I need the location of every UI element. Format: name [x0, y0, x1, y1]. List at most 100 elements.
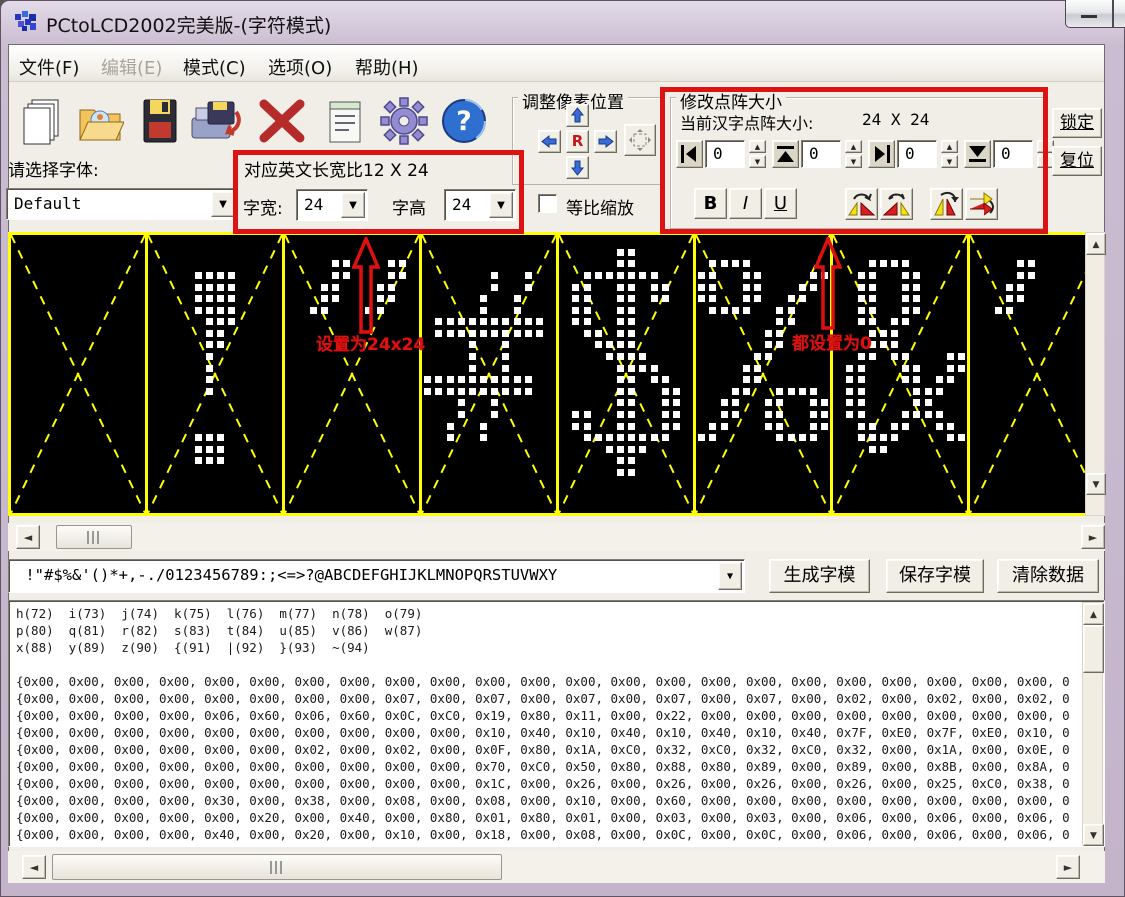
- right-edge-spinner[interactable]: ▲▼: [941, 140, 958, 168]
- char-height-dropdown[interactable]: ▼: [489, 192, 513, 218]
- save-as-button[interactable]: [188, 96, 236, 146]
- char-string-input[interactable]: !"#$%&'()*+,-./0123456789:;<=>?@ABCDEFGH…: [8, 559, 745, 593]
- titlebar[interactable]: PCtoLCD2002完美版-(字符模式) X: [0, 0, 1125, 44]
- glyph-pixel: [721, 260, 728, 267]
- top-edge-button[interactable]: [772, 140, 799, 168]
- left-edge-spinner[interactable]: ▲▼: [749, 140, 766, 168]
- bold-button[interactable]: B: [694, 188, 727, 219]
- glyph-pixel: [913, 365, 920, 372]
- glyph-pixel: [195, 272, 202, 279]
- scroll-down-button[interactable]: ▼: [1083, 824, 1104, 846]
- char-string-dropdown[interactable]: ▼: [718, 562, 742, 590]
- rotate-right-button[interactable]: [880, 188, 913, 220]
- glyph-pixel: [606, 272, 613, 279]
- char-height-select[interactable]: 24 ▼: [444, 189, 516, 221]
- settings-button[interactable]: [380, 96, 428, 146]
- output-textarea[interactable]: h(72) i(73) j(74) k(75) l(76) m(77) n(78…: [8, 600, 1105, 847]
- display-scroll-thumb[interactable]: [56, 525, 132, 549]
- scroll-right-button[interactable]: ►: [1056, 855, 1080, 879]
- bottom-edge-button[interactable]: [964, 140, 991, 168]
- lock-button[interactable]: 锁定: [1052, 108, 1102, 138]
- reset-button[interactable]: 复位: [1052, 146, 1102, 176]
- glyph-cell[interactable]: [693, 235, 830, 513]
- scroll-down-button[interactable]: ▼: [1086, 473, 1106, 495]
- scroll-right-button[interactable]: ►: [1081, 525, 1105, 549]
- menu-mode[interactable]: 模式(C): [179, 52, 250, 82]
- delete-button[interactable]: [258, 98, 306, 148]
- expand-canvas-button[interactable]: [624, 124, 656, 156]
- move-left-button[interactable]: [538, 130, 561, 153]
- glyph-pixel: [858, 295, 865, 302]
- font-select[interactable]: Default ▼: [6, 188, 238, 220]
- glyph-cell[interactable]: [145, 235, 282, 513]
- glyph-cell[interactable]: [282, 235, 419, 513]
- scroll-left-button[interactable]: ◄: [22, 855, 46, 879]
- glyph-pixel: [617, 376, 624, 383]
- scroll-up-button[interactable]: ▲: [1086, 233, 1106, 255]
- menu-options[interactable]: 选项(O): [264, 52, 336, 82]
- char-width-select[interactable]: 24 ▼: [296, 189, 368, 221]
- save-button[interactable]: [136, 96, 184, 146]
- spin-down-icon[interactable]: ▼: [749, 155, 766, 168]
- glyph-cell[interactable]: [8, 235, 145, 513]
- spin-up-icon[interactable]: ▲: [845, 140, 862, 153]
- scroll-up-button[interactable]: ▲: [1083, 603, 1104, 625]
- glyph-pixel: [502, 388, 509, 395]
- menu-help[interactable]: 帮助(H): [351, 52, 423, 82]
- scroll-left-button[interactable]: ◄: [16, 525, 40, 549]
- rotate-left-button[interactable]: [845, 188, 878, 220]
- move-right-button[interactable]: [594, 130, 617, 153]
- left-edge-button[interactable]: [676, 140, 703, 168]
- display-vertical-scrollbar[interactable]: ▲ ▼: [1085, 232, 1105, 516]
- underline-button[interactable]: U: [764, 188, 797, 219]
- move-down-button[interactable]: [566, 156, 589, 179]
- glyph-pixel: [388, 295, 395, 302]
- maximize-button[interactable]: [1113, 0, 1125, 28]
- glyph-cell[interactable]: [556, 235, 693, 513]
- glyph-cell[interactable]: [967, 235, 1085, 513]
- output-vertical-scrollbar[interactable]: ▲ ▼: [1082, 602, 1103, 845]
- clear-data-button[interactable]: 清除数据: [997, 559, 1099, 593]
- spin-down-icon[interactable]: ▼: [941, 155, 958, 168]
- glyph-cell[interactable]: [830, 235, 967, 513]
- italic-button[interactable]: I: [729, 188, 762, 219]
- help-button[interactable]: ?: [440, 96, 488, 146]
- glyph-pixel: [869, 284, 876, 291]
- flip-horizontal-button[interactable]: [930, 188, 963, 220]
- spin-up-icon[interactable]: ▲: [941, 140, 958, 153]
- glyph-cell[interactable]: [419, 235, 556, 513]
- spin-up-icon[interactable]: ▲: [749, 140, 766, 153]
- glyph-pixel: [651, 365, 658, 372]
- output-scroll-thumb[interactable]: [1083, 625, 1104, 673]
- flip-vertical-button[interactable]: [965, 188, 998, 220]
- char-width-dropdown[interactable]: ▼: [341, 192, 365, 218]
- glyph-pixel: [447, 376, 454, 383]
- save-font-button[interactable]: 保存字模: [886, 559, 984, 593]
- output-scroll-thumb[interactable]: [52, 854, 502, 880]
- output-line: p(80) q(81) r(82) s(83) t(84) u(85) v(86…: [16, 622, 1078, 639]
- right-edge-field[interactable]: 0: [897, 140, 937, 168]
- output-horizontal-scrollbar[interactable]: ◄ ►: [8, 851, 1105, 883]
- notes-button[interactable]: [322, 96, 370, 146]
- top-edge-field[interactable]: 0: [801, 140, 841, 168]
- spin-down-icon[interactable]: ▼: [845, 155, 862, 168]
- generate-font-button[interactable]: 生成字模: [769, 559, 870, 593]
- open-file-button[interactable]: [76, 96, 124, 146]
- glyph-pixel: [765, 411, 772, 418]
- new-document-button[interactable]: [18, 96, 66, 146]
- proportional-scale-checkbox[interactable]: [538, 194, 557, 213]
- top-edge-spinner[interactable]: ▲▼: [845, 140, 862, 168]
- minimize-button[interactable]: [1065, 0, 1113, 28]
- dot-matrix-display[interactable]: [8, 232, 1085, 516]
- display-horizontal-scrollbar[interactable]: ◄ ►: [8, 523, 1105, 551]
- bottom-edge-field[interactable]: 0: [993, 140, 1033, 168]
- glyph-pixel: [491, 388, 498, 395]
- menu-file[interactable]: 文件(F): [15, 52, 83, 82]
- left-edge-field[interactable]: 0: [705, 140, 745, 168]
- reset-position-button[interactable]: R: [566, 130, 589, 153]
- glyph-pixel: [321, 295, 328, 302]
- right-edge-button[interactable]: [868, 140, 895, 168]
- move-up-button[interactable]: [566, 104, 589, 127]
- glyph-pixel: [332, 272, 339, 279]
- font-select-dropdown[interactable]: ▼: [211, 191, 235, 217]
